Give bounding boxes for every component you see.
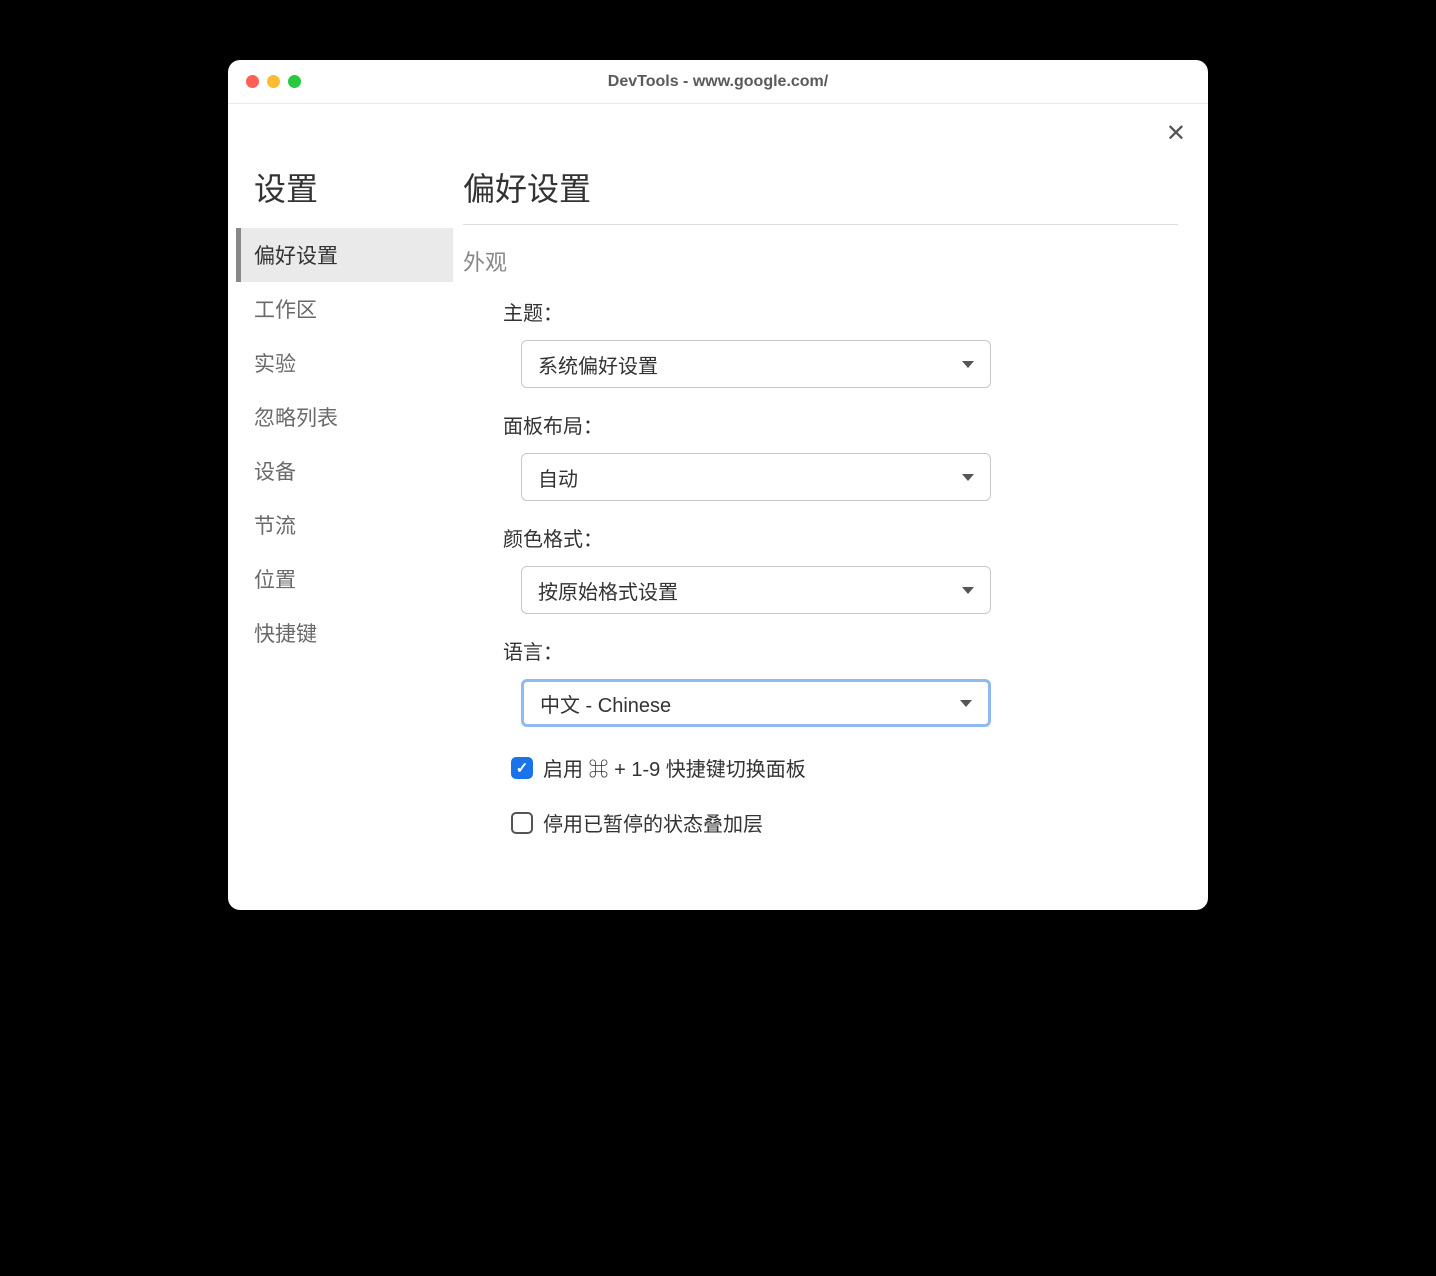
- sidebar-item-devices[interactable]: 设备: [236, 444, 453, 498]
- check-icon: ✓: [516, 759, 529, 777]
- window-minimize-button[interactable]: [267, 75, 280, 88]
- field-theme: 主题： 系统偏好设置: [463, 297, 1178, 388]
- enable-shortcut-label: 启用 ⌘ + 1-9 快捷键切换面板: [543, 753, 806, 782]
- window-close-button[interactable]: [246, 75, 259, 88]
- sidebar-item-throttling[interactable]: 节流: [236, 498, 453, 552]
- field-layout: 面板布局： 自动: [463, 410, 1178, 501]
- color-format-label: 颜色格式：: [503, 523, 1178, 552]
- sidebar-item-locations[interactable]: 位置: [236, 552, 453, 606]
- settings-content: 偏好设置 外观 主题： 系统偏好设置 面板布局： 自动 颜色格式： 按: [453, 104, 1208, 910]
- layout-select[interactable]: 自动: [521, 453, 991, 501]
- chevron-down-icon: [962, 587, 974, 594]
- window-title: DevTools - www.google.com/: [228, 73, 1208, 91]
- section-title-appearance: 外观: [463, 245, 1178, 277]
- sidebar-item-label: 偏好设置: [254, 245, 338, 268]
- devtools-settings-window: DevTools - www.google.com/ ✕ 设置 偏好设置 工作区…: [228, 60, 1208, 910]
- theme-select[interactable]: 系统偏好设置: [521, 340, 991, 388]
- window-titlebar: DevTools - www.google.com/: [228, 60, 1208, 104]
- sidebar-item-label: 节流: [254, 515, 296, 538]
- chevron-down-icon: [962, 474, 974, 481]
- sidebar-item-shortcuts[interactable]: 快捷键: [236, 606, 453, 660]
- sidebar-item-label: 忽略列表: [254, 407, 338, 430]
- traffic-lights: [246, 75, 301, 88]
- page-title: 偏好设置: [463, 164, 1178, 225]
- chevron-down-icon: [962, 361, 974, 368]
- sidebar-item-label: 实验: [254, 353, 296, 376]
- sidebar-item-preferences[interactable]: 偏好设置: [236, 228, 453, 282]
- window-maximize-button[interactable]: [288, 75, 301, 88]
- layout-label: 面板布局：: [503, 410, 1178, 439]
- chevron-down-icon: [960, 700, 972, 707]
- color-format-select-value: 按原始格式设置: [538, 576, 678, 605]
- settings-body: ✕ 设置 偏好设置 工作区 实验 忽略列表 设备 节流 位置: [228, 104, 1208, 910]
- theme-select-value: 系统偏好设置: [538, 350, 658, 379]
- language-select[interactable]: 中文 - Chinese: [521, 679, 991, 727]
- theme-label: 主题：: [503, 297, 1178, 326]
- sidebar-item-label: 快捷键: [254, 623, 317, 646]
- sidebar-title: 设置: [236, 164, 453, 210]
- sidebar-item-experiments[interactable]: 实验: [236, 336, 453, 390]
- sidebar-item-label: 位置: [254, 569, 296, 592]
- field-language: 语言： 中文 - Chinese: [463, 636, 1178, 727]
- color-format-select[interactable]: 按原始格式设置: [521, 566, 991, 614]
- checkbox-row-disable-overlay[interactable]: 停用已暂停的状态叠加层: [463, 808, 1178, 837]
- sidebar-item-label: 工作区: [254, 299, 317, 322]
- close-icon[interactable]: ✕: [1166, 122, 1186, 146]
- language-label: 语言：: [503, 636, 1178, 665]
- language-select-value: 中文 - Chinese: [540, 689, 671, 718]
- sidebar-item-workspace[interactable]: 工作区: [236, 282, 453, 336]
- field-color-format: 颜色格式： 按原始格式设置: [463, 523, 1178, 614]
- enable-shortcut-checkbox[interactable]: ✓: [511, 757, 533, 779]
- settings-sidebar: 设置 偏好设置 工作区 实验 忽略列表 设备 节流 位置 快: [228, 104, 453, 910]
- checkbox-row-enable-shortcut[interactable]: ✓ 启用 ⌘ + 1-9 快捷键切换面板: [463, 753, 1178, 782]
- disable-overlay-checkbox[interactable]: [511, 812, 533, 834]
- sidebar-item-ignore-list[interactable]: 忽略列表: [236, 390, 453, 444]
- sidebar-item-label: 设备: [254, 461, 296, 484]
- layout-select-value: 自动: [538, 463, 578, 492]
- disable-overlay-label: 停用已暂停的状态叠加层: [543, 808, 763, 837]
